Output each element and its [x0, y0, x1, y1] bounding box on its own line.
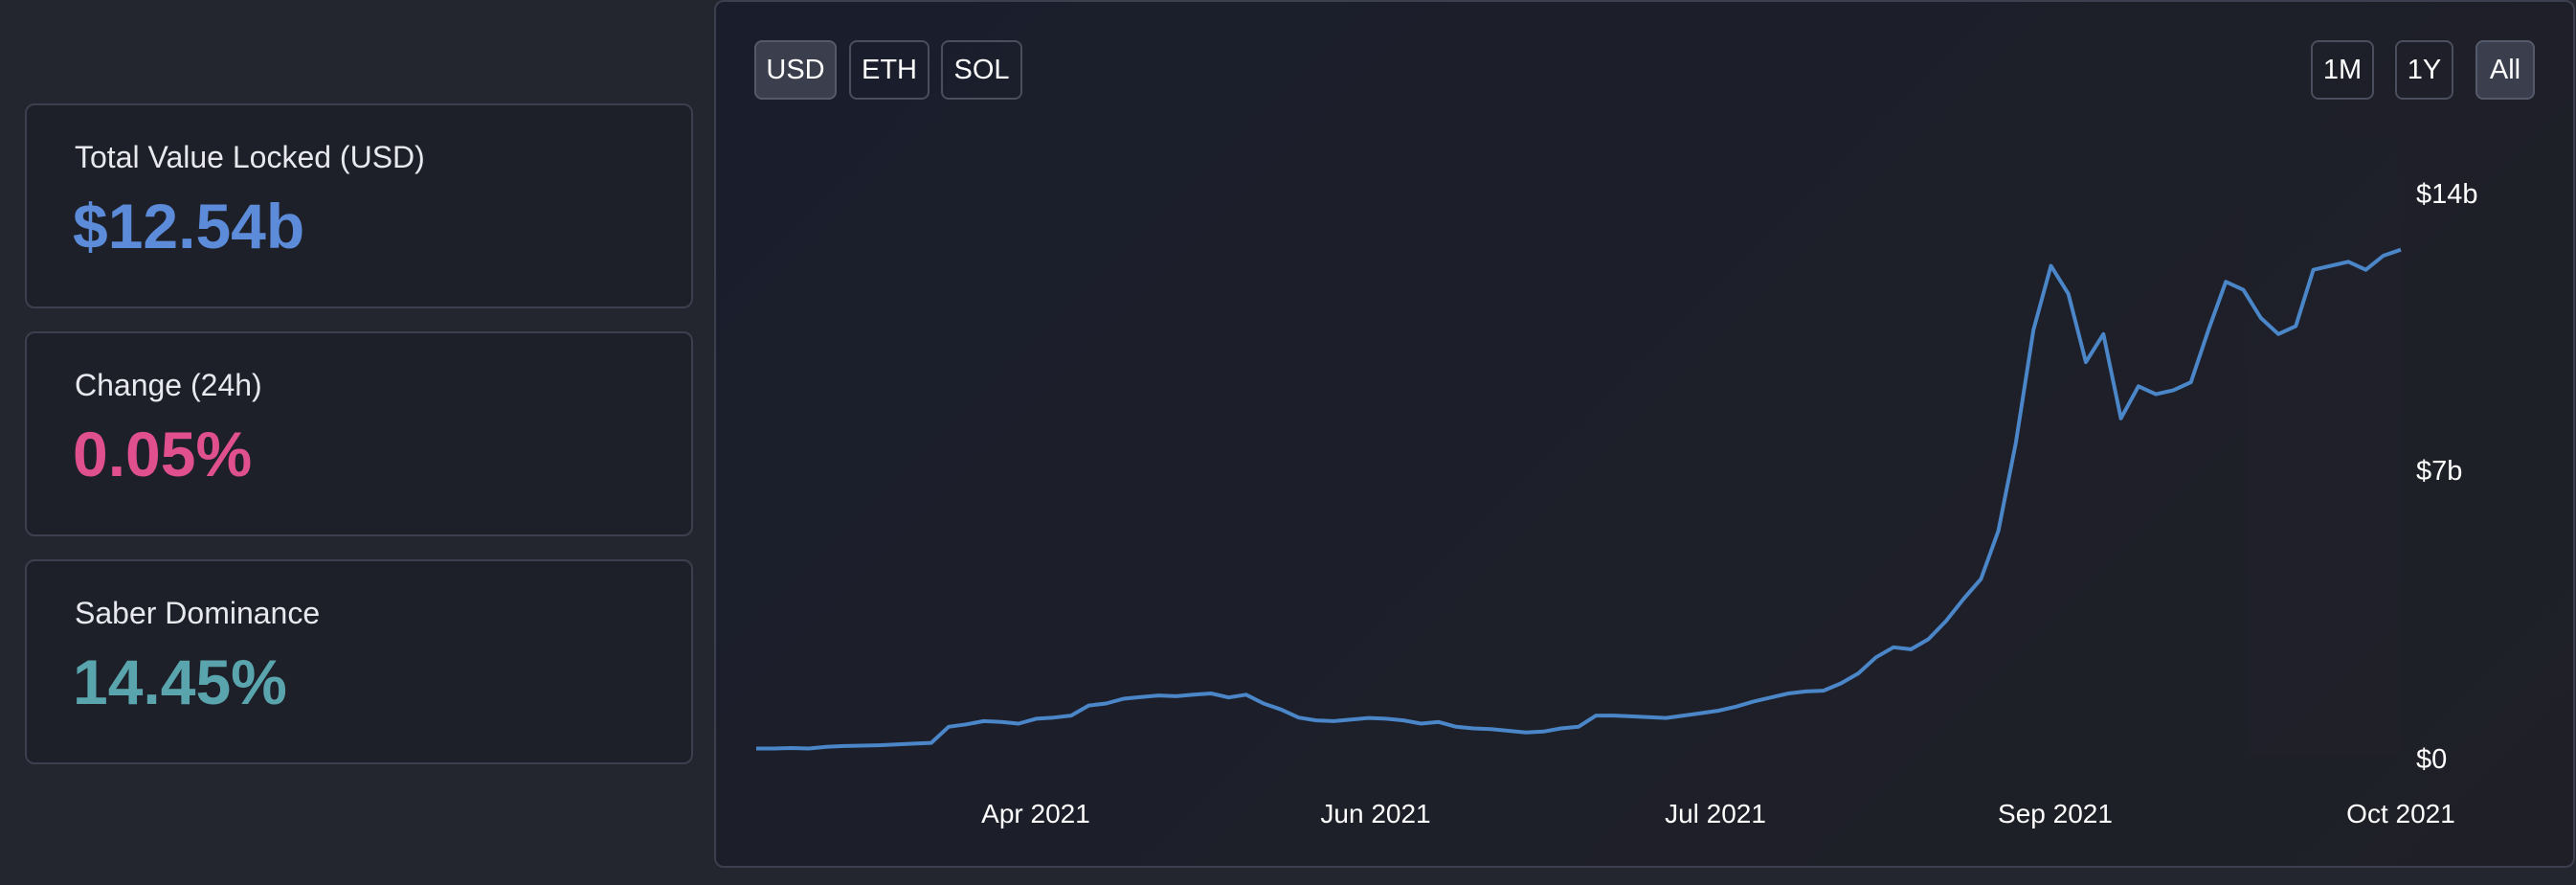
hover-shade: [2248, 136, 2401, 756]
x-tick-label: Apr 2021: [981, 799, 1090, 828]
change-value: 0.05%: [73, 419, 253, 489]
tvl-series-line: [756, 247, 2402, 751]
change-card: Change (24h) 0.05%: [25, 331, 693, 536]
tvl-line-chart: $0 $7b $14b Apr 2021 Jun 2021 Jul 2021 Sep 202…: [756, 136, 2478, 828]
y-tick-label: $0: [2416, 744, 2447, 775]
dominance-label: Saber Dominance: [75, 596, 321, 630]
y-tick-label: $14b: [2416, 179, 2478, 210]
x-tick-label: Sep 2021: [1998, 799, 2113, 828]
tvl-chart-panel: USD ETH SOL 1M 1Y All $0 $7b $14b Apr 2021 J…: [714, 0, 2575, 868]
x-tick-label: Jun 2021: [1320, 799, 1430, 828]
tvl-card: Total Value Locked (USD) $12.54b: [25, 103, 693, 308]
tvl-value: $12.54b: [73, 191, 305, 261]
tvl-label: Total Value Locked (USD): [75, 140, 425, 174]
change-label: Change (24h): [75, 368, 262, 402]
dominance-value: 14.45%: [73, 647, 287, 717]
dominance-card: Saber Dominance 14.45%: [25, 559, 693, 764]
x-tick-label: Jul 2021: [1665, 799, 1766, 828]
y-tick-label: $7b: [2416, 456, 2462, 487]
x-tick-label: Oct 2021: [2346, 799, 2455, 828]
